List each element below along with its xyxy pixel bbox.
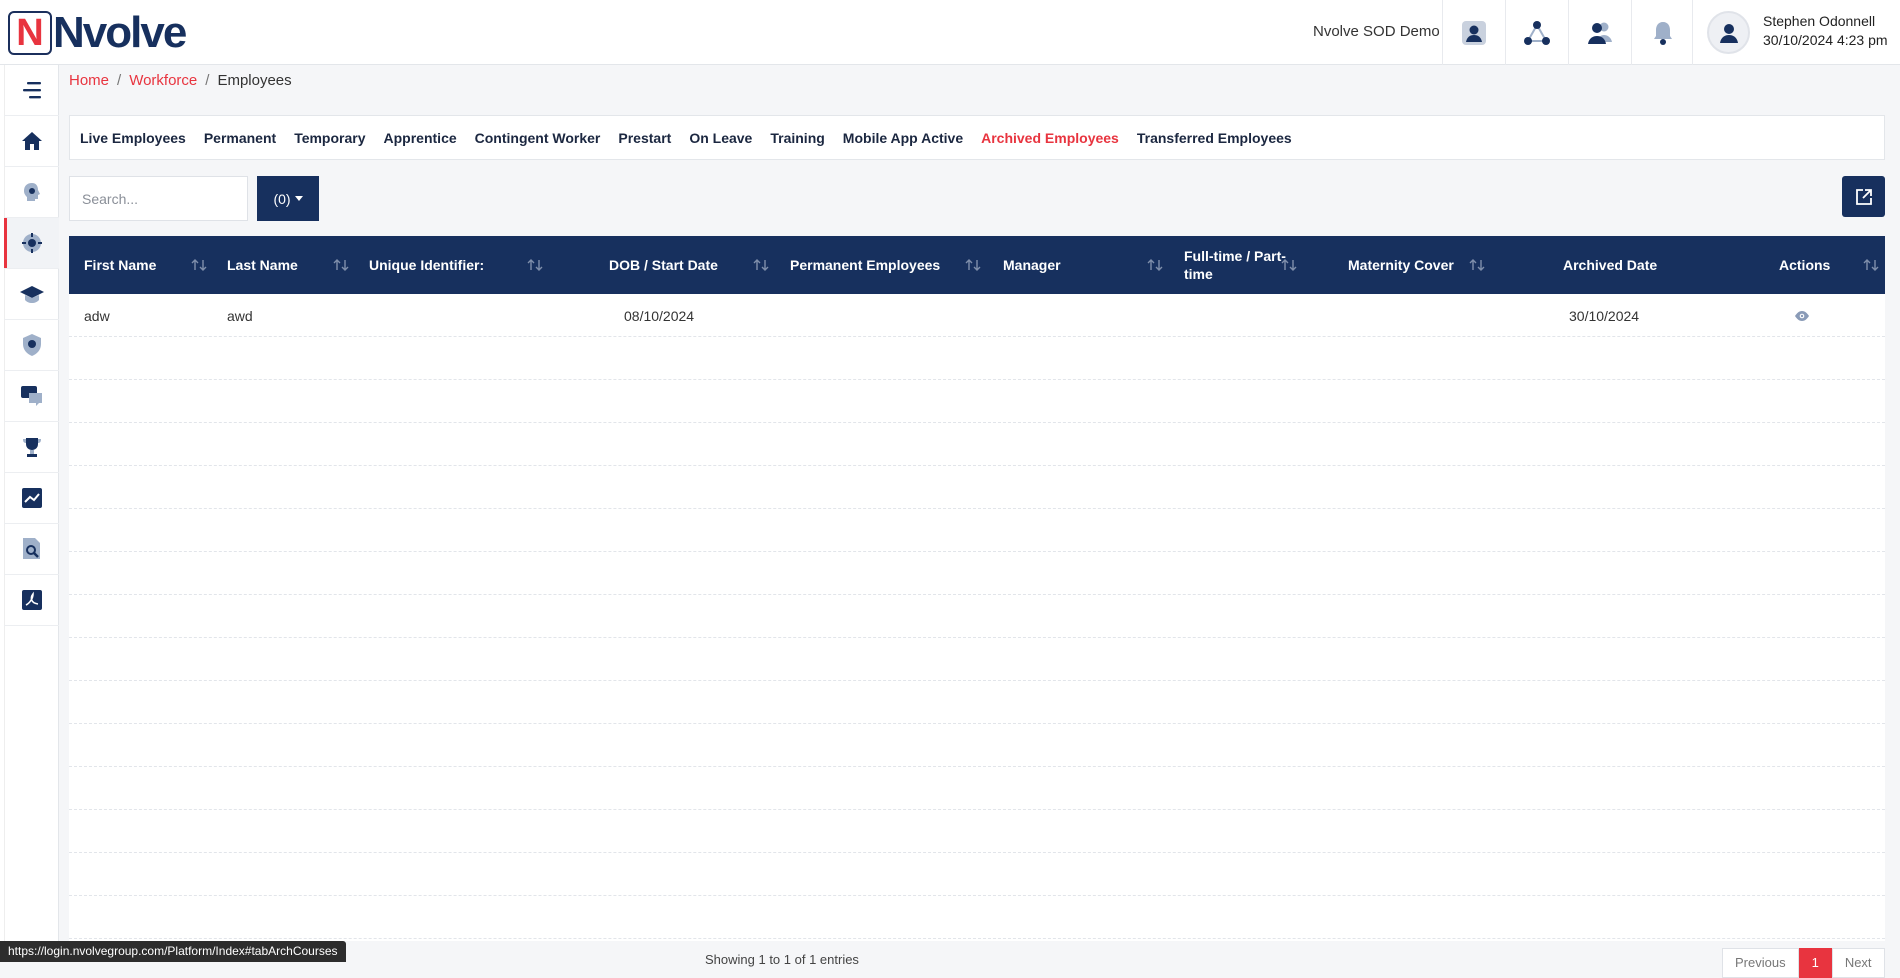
users-icon[interactable] — [1568, 0, 1631, 65]
sort-icon[interactable] — [753, 258, 769, 272]
tab-mobile-app-active[interactable]: Mobile App Active — [843, 130, 963, 146]
top-bar: N Nvolve Nvolve SOD Demo Stephen Odonnel… — [0, 0, 1900, 65]
workforce-icon[interactable] — [4, 218, 59, 269]
table-row-empty — [69, 423, 1885, 466]
table-row-empty — [69, 509, 1885, 552]
org-network-icon[interactable] — [1505, 0, 1568, 65]
status-bar-url: https://login.nvolvegroup.com/Platform/I… — [0, 941, 346, 962]
pagination-next[interactable]: Next — [1831, 948, 1885, 978]
tab-apprentice[interactable]: Apprentice — [384, 130, 457, 146]
column-header-fulltime-parttime[interactable]: Full-time / Part-time — [1184, 236, 1294, 294]
tab-live-employees[interactable]: Live Employees — [80, 130, 186, 146]
employee-tabs: Live Employees Permanent Temporary Appre… — [69, 115, 1885, 160]
column-header-unique-identifier[interactable]: Unique Identifier: — [369, 236, 484, 294]
column-header-manager[interactable]: Manager — [1003, 236, 1061, 294]
tab-contingent-worker[interactable]: Contingent Worker — [475, 130, 601, 146]
table-row-empty — [69, 380, 1885, 423]
sort-icon[interactable] — [1281, 258, 1297, 272]
pdf-icon[interactable] — [4, 575, 59, 626]
profile-card-icon[interactable] — [1442, 0, 1505, 65]
table-row-empty — [69, 853, 1885, 896]
breadcrumb-home[interactable]: Home — [69, 72, 109, 89]
table-row-empty — [69, 595, 1885, 638]
logo-mark: N — [8, 11, 52, 55]
tab-permanent[interactable]: Permanent — [204, 130, 276, 146]
column-header-actions[interactable]: Actions — [1779, 236, 1830, 294]
eye-icon[interactable] — [1794, 294, 1810, 337]
column-header-last-name[interactable]: Last Name — [227, 236, 298, 294]
sort-icon[interactable] — [1147, 258, 1163, 272]
breadcrumb: Home / Workforce / Employees — [69, 72, 292, 89]
column-header-first-name[interactable]: First Name — [84, 236, 156, 294]
archived-employees-table: First Name Last Name Unique Identifier: … — [69, 236, 1885, 941]
pagination-page[interactable]: 1 — [1798, 948, 1832, 978]
home-icon[interactable] — [4, 116, 59, 167]
document-search-icon[interactable] — [4, 524, 59, 575]
table-row-empty — [69, 767, 1885, 810]
table-row-empty — [69, 896, 1885, 939]
user-datetime: 30/10/2024 4:23 pm — [1763, 32, 1888, 48]
column-header-archived-date[interactable]: Archived Date — [1563, 236, 1657, 294]
bell-icon[interactable] — [1631, 0, 1694, 65]
tab-on-leave[interactable]: On Leave — [689, 130, 752, 146]
logo-text: Nvolve — [53, 8, 187, 57]
tab-prestart[interactable]: Prestart — [618, 130, 671, 146]
user-name: Stephen Odonnell — [1763, 13, 1876, 29]
breadcrumb-workforce[interactable]: Workforce — [129, 72, 197, 89]
table-row-empty — [69, 681, 1885, 724]
company-name[interactable]: Nvolve SOD Demo — [1313, 23, 1440, 40]
sort-icon[interactable] — [333, 258, 349, 272]
export-button[interactable] — [1842, 176, 1885, 217]
external-link-icon — [1855, 188, 1872, 205]
cell-first-name: adw — [84, 307, 110, 324]
cell-dob-start-date: 08/10/2024 — [624, 307, 695, 324]
sort-icon[interactable] — [965, 258, 981, 272]
cell-last-name: awd — [227, 307, 253, 324]
sort-icon[interactable] — [191, 258, 207, 272]
table-row-empty — [69, 337, 1885, 380]
column-filter-dropdown[interactable]: (0) — [257, 176, 319, 221]
shield-icon[interactable] — [4, 320, 59, 371]
tab-transferred-employees[interactable]: Transferred Employees — [1137, 130, 1292, 146]
pagination-previous[interactable]: Previous — [1722, 948, 1799, 978]
sort-icon[interactable] — [1469, 258, 1485, 272]
breadcrumb-separator: / — [205, 72, 210, 89]
breadcrumb-separator: / — [117, 72, 122, 89]
column-header-maternity-cover[interactable]: Maternity Cover — [1348, 236, 1454, 294]
sidebar — [0, 65, 59, 962]
pagination: Previous 1 Next — [1722, 948, 1885, 978]
menu-toggle-icon[interactable] — [4, 65, 59, 116]
tab-training[interactable]: Training — [770, 130, 824, 146]
column-header-permanent-employees[interactable]: Permanent Employees — [790, 236, 940, 294]
table-row-empty — [69, 724, 1885, 767]
table-row-empty — [69, 810, 1885, 853]
table-row-empty — [69, 466, 1885, 509]
caret-down-icon — [294, 196, 303, 201]
search-input[interactable] — [69, 176, 248, 221]
cell-archived-date: 30/10/2024 — [1569, 307, 1640, 324]
user-menu[interactable]: Stephen Odonnell 30/10/2024 4:23 pm — [1692, 0, 1900, 65]
breadcrumb-current: Employees — [217, 72, 292, 89]
table-row-empty — [69, 552, 1885, 595]
employee-head-icon[interactable] — [4, 167, 59, 218]
training-cap-icon[interactable] — [4, 269, 59, 320]
table-info: Showing 1 to 1 of 1 entries — [705, 952, 859, 967]
table-header: First Name Last Name Unique Identifier: … — [69, 236, 1885, 294]
filter-count: (0) — [273, 190, 291, 207]
column-header-dob-start-date[interactable]: DOB / Start Date — [609, 236, 718, 294]
table-row[interactable]: adw awd 08/10/2024 30/10/2024 — [69, 294, 1885, 337]
trophy-icon[interactable] — [4, 422, 59, 473]
chart-icon[interactable] — [4, 473, 59, 524]
tab-temporary[interactable]: Temporary — [294, 130, 365, 146]
sort-icon[interactable] — [527, 258, 543, 272]
chat-icon[interactable] — [4, 371, 59, 422]
table-row-empty — [69, 638, 1885, 681]
user-avatar-icon — [1707, 11, 1750, 54]
tab-archived-employees[interactable]: Archived Employees — [981, 130, 1119, 146]
nvolve-logo[interactable]: N Nvolve — [8, 8, 187, 57]
sort-icon[interactable] — [1863, 258, 1879, 272]
